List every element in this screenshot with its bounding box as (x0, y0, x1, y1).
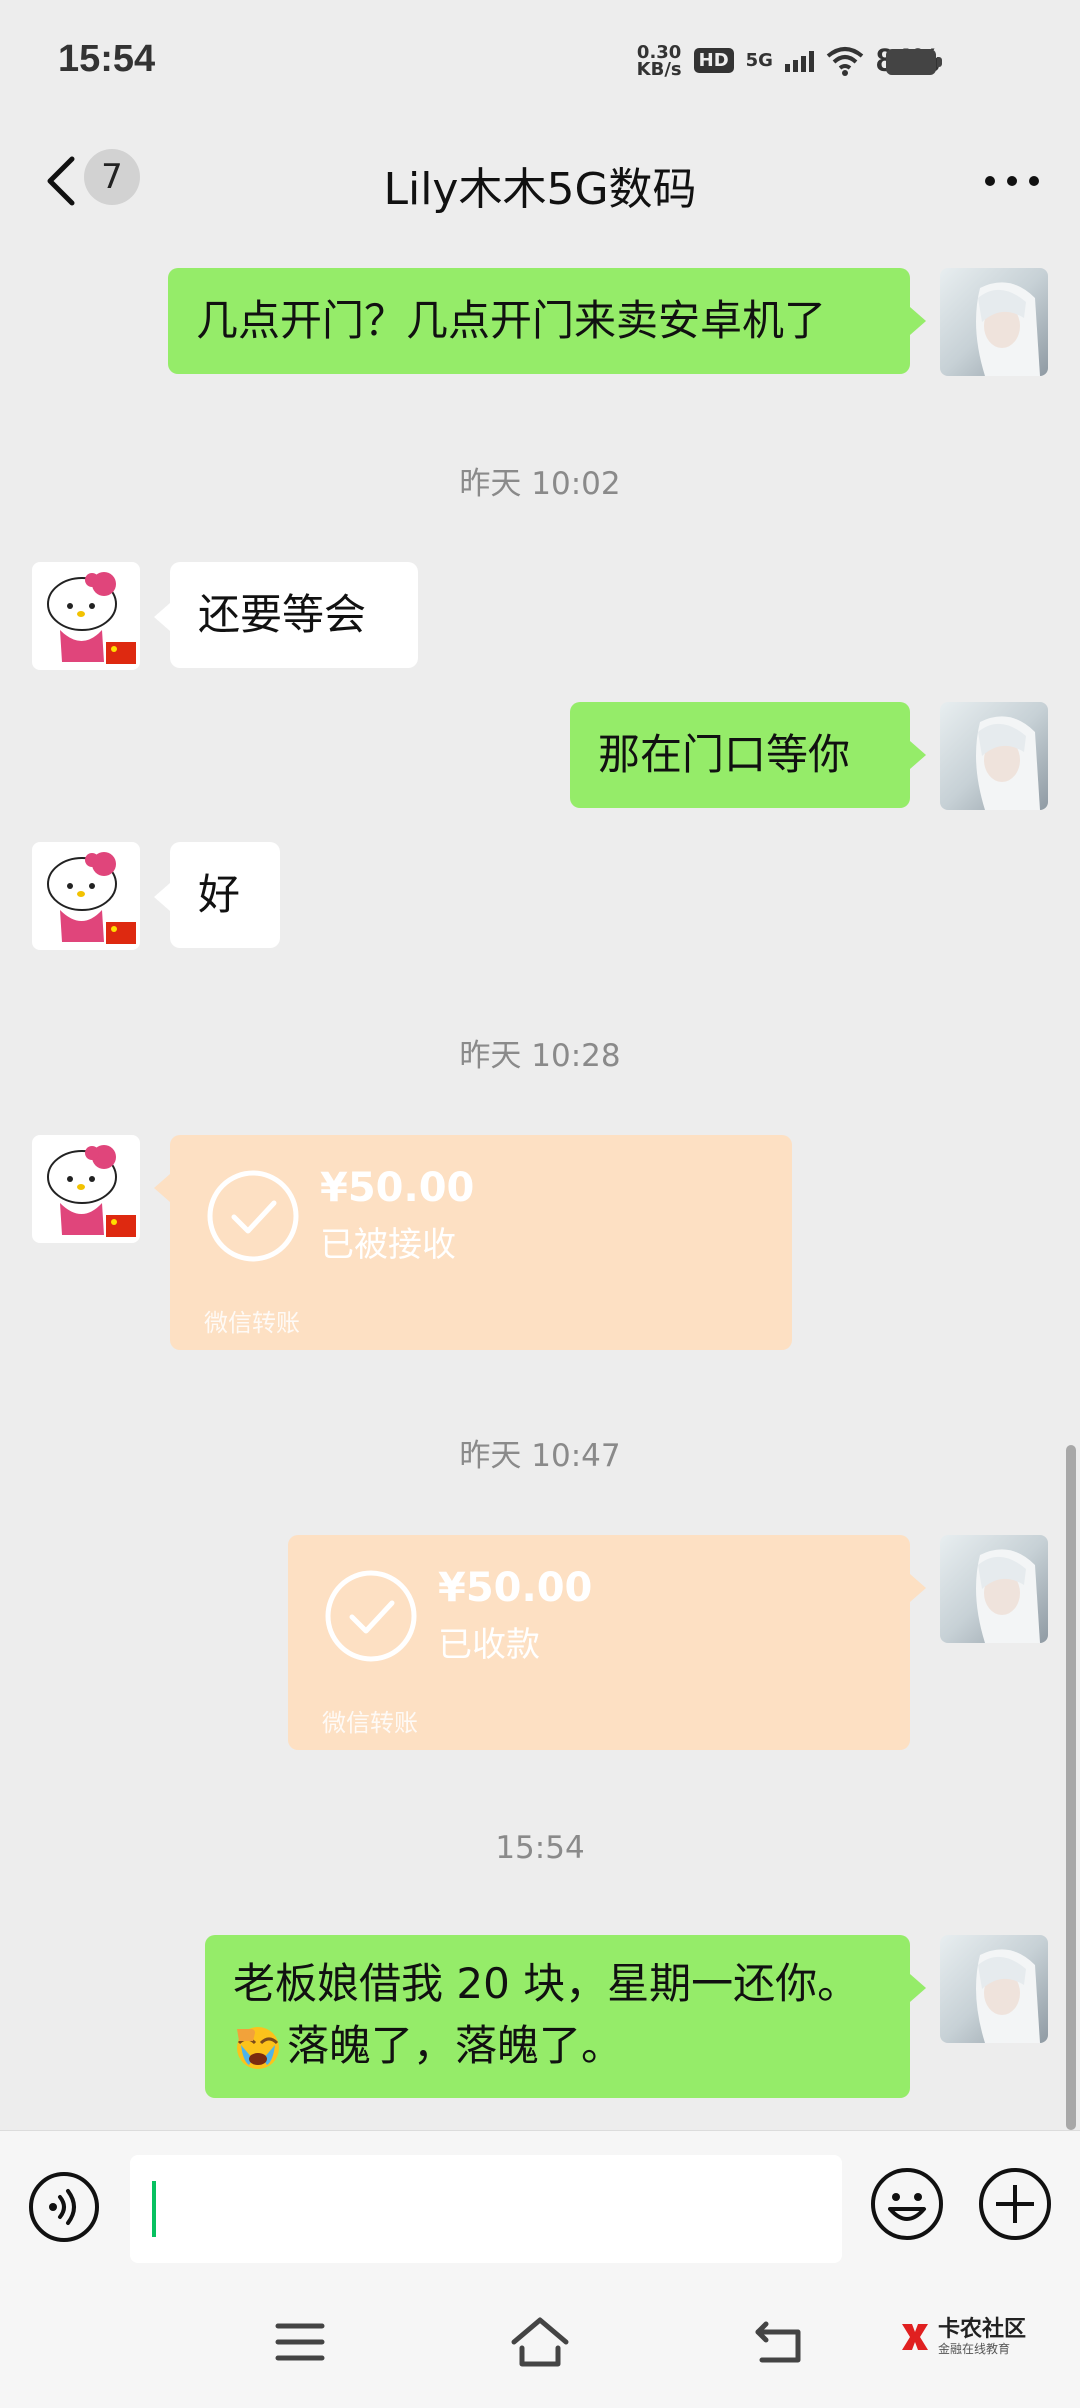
contact-message-bubble[interactable]: 好 (170, 842, 280, 948)
watermark-title: 卡农社区 (938, 2317, 1027, 2342)
signal-icon (784, 50, 814, 72)
message-text: 落魄了，落魄了。 (287, 2021, 624, 2070)
bubble-tail (154, 603, 170, 631)
more-options-icon[interactable] (982, 173, 1042, 189)
bubble-tail (910, 307, 926, 335)
transfer-card[interactable]: ¥50.00 已被接收 微信转账 (170, 1135, 792, 1350)
net-speed-value: 0.30 (636, 41, 682, 63)
battery-icon (886, 49, 942, 75)
voice-input-icon[interactable] (28, 2171, 100, 2243)
net-speed-unit: KB/s (636, 58, 682, 80)
my-message-bubble[interactable]: 老板娘借我 20 块，星期一还你。 落魄了，落魄了。 (205, 1935, 910, 2098)
transfer-amount: ¥50.00 (438, 1565, 593, 1611)
network-type: 5G (746, 50, 773, 71)
contact-avatar[interactable] (32, 1135, 140, 1243)
check-circle-icon (325, 1570, 417, 1662)
my-avatar[interactable] (940, 702, 1048, 810)
home-icon[interactable] (508, 2314, 572, 2370)
plus-icon[interactable] (978, 2167, 1052, 2241)
transfer-card[interactable]: ¥50.00 已收款 微信转账 (288, 1535, 910, 1750)
my-avatar[interactable] (940, 1535, 1048, 1643)
bubble-tail (154, 883, 170, 911)
watermark-logo: 卡农社区 金融在线教育 (898, 2318, 1026, 2356)
my-avatar[interactable] (940, 1935, 1048, 2043)
message-text: 还要等会 (198, 590, 367, 639)
hd-icon: HD (693, 48, 734, 73)
timestamp: 昨天 10:28 (459, 1038, 621, 1074)
transfer-status: 已收款 (438, 1625, 540, 1665)
input-bar (0, 2130, 1080, 2281)
contact-message-bubble[interactable]: 还要等会 (170, 562, 418, 668)
my-message-bubble[interactable]: 那在门口等你 (570, 702, 910, 808)
menu-icon[interactable] (275, 2320, 325, 2364)
my-message-bubble[interactable]: 几点开门？几点开门来卖安卓机了 (168, 268, 910, 374)
contact-avatar[interactable] (32, 562, 140, 670)
net-speed: 0.30 KB/s (636, 41, 682, 80)
timestamp: 昨天 10:02 (459, 466, 621, 502)
bubble-tail (910, 1574, 926, 1602)
status-time: 15:54 (58, 38, 156, 80)
transfer-amount: ¥50.00 (320, 1165, 475, 1211)
chat-header: 7 Lily木木5G数码 (0, 125, 1080, 240)
scrollbar[interactable] (1066, 1445, 1076, 2130)
message-text: 好 (198, 870, 241, 919)
text-caret (152, 2181, 156, 2237)
watermark-subtitle: 金融在线教育 (938, 2342, 1011, 2356)
watermark-icon (902, 2324, 928, 2350)
transfer-footer: 微信转账 (322, 1709, 418, 1737)
network-label: 5G (745, 50, 773, 71)
bubble-tail (910, 741, 926, 769)
check-circle-icon (207, 1170, 299, 1262)
timestamp: 15:54 (495, 1830, 585, 1866)
message-list[interactable]: 几点开门？几点开门来卖安卓机了 昨天 10:02 还要等会 那在门口等你 好 昨… (0, 240, 1080, 2130)
system-nav-bar: 卡农社区 金融在线教育 (0, 2280, 1080, 2408)
contact-avatar[interactable] (32, 842, 140, 950)
message-text: 老板娘借我 20 块，星期一还你。 (233, 1959, 860, 2008)
facepalm-cry-emoji-icon (237, 2027, 279, 2069)
timestamp: 昨天 10:47 (459, 1438, 621, 1474)
wifi-icon (826, 46, 864, 76)
emoji-icon[interactable] (870, 2167, 944, 2241)
chat-title: Lily木木5G数码 (383, 164, 697, 215)
transfer-footer: 微信转账 (204, 1309, 300, 1337)
back-nav-icon[interactable] (752, 2316, 806, 2366)
status-bar: 15:54 0.30 KB/s HD 5G 84% (0, 0, 1080, 125)
message-text: 几点开门？几点开门来卖安卓机了 (196, 296, 827, 345)
message-text-line2: 落魄了，落魄了。 (233, 2015, 882, 2077)
bubble-tail (910, 1974, 926, 2002)
message-input[interactable] (130, 2155, 842, 2263)
message-text: 那在门口等你 (598, 730, 851, 779)
my-avatar[interactable] (940, 268, 1048, 376)
transfer-status: 已被接收 (320, 1225, 456, 1265)
bubble-tail (154, 1174, 170, 1202)
